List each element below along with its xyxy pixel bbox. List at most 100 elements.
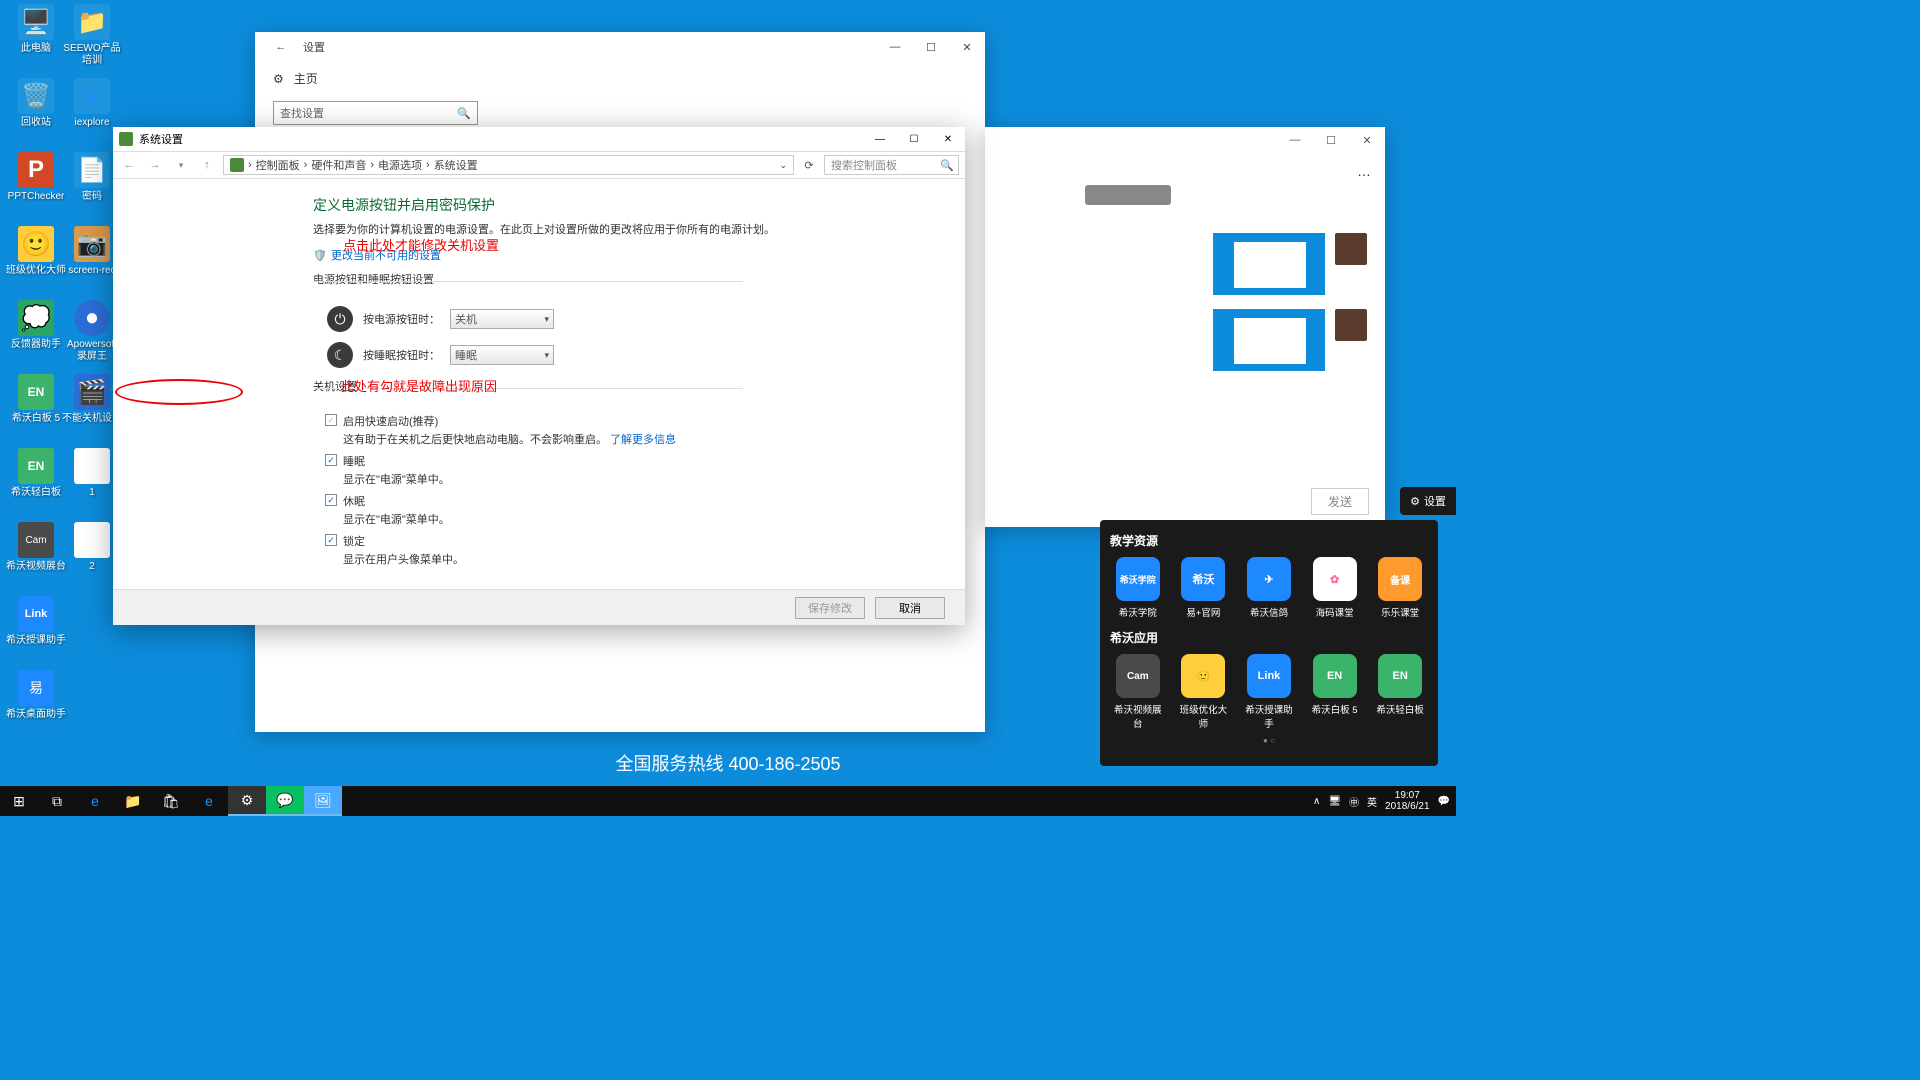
feedback-icon: 💭 [18,300,54,336]
save-button[interactable]: 保存修改 [795,597,865,619]
screenshot-thumb[interactable] [1213,233,1325,295]
cp-titlebar[interactable]: 系统设置 — ☐ ✕ [113,127,965,151]
desktop-icon[interactable]: 🙂班级优化大师 [6,226,66,277]
cancel-button[interactable]: 取消 [875,597,945,619]
ime-indicator[interactable]: ㊥ [1349,794,1359,809]
sleep-checkbox[interactable]: ✓ [325,454,337,466]
send-button[interactable]: 发送 [1311,488,1369,515]
explorer-button[interactable]: 📁 [114,786,152,816]
app-tile[interactable]: Link希沃授课助手 [1241,654,1297,730]
maximize-button[interactable]: ☐ [1313,127,1349,153]
hibernate-checkbox[interactable]: ✓ [325,494,337,506]
back-icon[interactable]: ← [269,35,293,59]
ime-lang[interactable]: 英 [1367,794,1377,809]
desktop-icon[interactable]: Cam希沃视频展台 [6,522,66,573]
up-button[interactable]: ↑ [197,159,217,171]
desktop-icon[interactable]: eiexplore [62,78,122,129]
lock-checkbox[interactable]: ✓ [325,534,337,546]
desktop-icon[interactable]: 💭反馈器助手 [6,300,66,351]
desktop-icon[interactable]: EN希沃白板 5 [6,374,66,425]
photo-thumb[interactable] [1335,309,1367,341]
checkbox-desc: 显示在"电源"菜单中。 [343,471,965,487]
maximize-button[interactable]: ☐ [913,32,949,62]
crumb[interactable]: 硬件和声音 [311,157,366,173]
gear-icon: ⚙ [1410,495,1420,508]
app-tile[interactable]: Cam希沃视频展台 [1110,654,1166,730]
settings-tab[interactable]: ⚙ 设置 [1400,487,1456,515]
shield-icon: 🛡️ [313,248,327,262]
edge-button[interactable]: e [76,786,114,816]
photos-window: — ☐ ✕ … 发送 [985,127,1385,527]
settings-titlebar[interactable]: ← 设置 — ☐ ✕ [255,32,985,62]
crumb[interactable]: 系统设置 [434,157,478,173]
ie-icon: e [74,78,110,114]
photo-thumb[interactable] [1335,233,1367,265]
forward-button[interactable]: → [145,159,165,171]
cp-search[interactable]: 搜索控制面板 🔍 [824,155,959,175]
maximize-button[interactable]: ☐ [897,127,931,151]
desktop-icon[interactable]: PPPTChecker [6,152,66,203]
battery-icon [119,132,133,146]
minimize-button[interactable]: — [863,127,897,151]
tray-icon[interactable]: 🖥 [1328,796,1341,807]
store-button[interactable]: 🛍 [152,786,190,816]
app-tile[interactable]: ✈希沃信鸽 [1241,557,1297,619]
learn-more-link[interactable]: 了解更多信息 [610,434,676,446]
wechat-task[interactable]: 💬 [266,786,304,816]
settings-task[interactable]: ⚙ [228,786,266,816]
close-button[interactable]: ✕ [949,32,985,62]
desktop-icon[interactable]: 🖥️此电脑 [6,4,66,55]
refresh-button[interactable]: ⟳ [800,159,818,172]
app-tile[interactable]: 备课乐乐课堂 [1372,557,1428,619]
settings-search[interactable]: 查找设置 🔍 [273,101,478,125]
chevron-down-icon[interactable]: ⌄ [779,160,787,171]
sleep-button-select[interactable]: 睡眠 [450,345,554,365]
power-button-select[interactable]: 关机 [450,309,554,329]
desktop-icon[interactable]: EN希沃轻白板 [6,448,66,499]
task-view-button[interactable]: ⧉ [38,786,76,816]
ie-button[interactable]: e [190,786,228,816]
minimize-button[interactable]: — [1277,127,1313,153]
tray-chevron[interactable]: ∧ [1313,796,1320,807]
page-dots: ● ○ [1110,736,1428,745]
annotation-text: 此处有勾就是故障出现原因 [341,376,497,395]
desktop-icon[interactable]: 易希沃桌面助手 [6,670,66,721]
camera-icon: Cam [1116,654,1160,698]
screenshot-thumb[interactable] [1213,309,1325,371]
back-button[interactable]: ← [119,159,139,171]
image-icon: ▭ [74,522,110,558]
minimize-button[interactable]: — [877,32,913,62]
thumbnails [985,153,1385,371]
annotation-circle [115,379,243,405]
app-tile[interactable]: EN希沃轻白板 [1372,654,1428,730]
recycle-icon: 🗑️ [18,78,54,114]
app-tile[interactable]: 希沃易+官网 [1176,557,1232,619]
app-icon: ✈ [1247,557,1291,601]
notifications-button[interactable]: 💬 [1438,796,1450,807]
option-label: 按电源按钮时： [363,311,440,327]
checkbox-label: 休眠 [343,493,365,509]
app-tile[interactable]: ✿海码课堂 [1307,557,1363,619]
crumb[interactable]: 控制面板 [256,157,300,173]
camera-icon: Cam [18,522,54,558]
app-tile[interactable]: 希沃学院希沃学院 [1110,557,1166,619]
app-tile[interactable]: EN希沃白板 5 [1307,654,1363,730]
photos-task[interactable]: 🖼 [304,786,342,816]
close-button[interactable]: ✕ [1349,127,1385,153]
start-button[interactable]: ⊞ [0,786,38,816]
desktop-icon[interactable]: 🗑️回收站 [6,78,66,129]
crumb[interactable]: 电源选项 [378,157,422,173]
close-button[interactable]: ✕ [931,127,965,151]
desktop-icon[interactable]: Link希沃授课助手 [6,596,66,647]
clock[interactable]: 19:07 2018/6/21 [1385,790,1430,812]
breadcrumb[interactable]: › 控制面板› 硬件和声音› 电源选项› 系统设置 ⌄ [223,155,794,175]
en-icon: EN [1313,654,1357,698]
sleep-icon: ☾ [327,342,353,368]
app-tile[interactable]: 🙂班级优化大师 [1176,654,1232,730]
hotline-text: 全国服务热线 400-186-2505 [615,750,840,776]
more-button[interactable]: … [1357,163,1373,179]
desktop-icon[interactable]: 📁SEEWO产品培训 [62,4,122,67]
history-button[interactable]: ▾ [171,160,191,171]
home-nav[interactable]: ⚙ 主页 [255,62,985,95]
fast-startup-checkbox[interactable]: ✓ [325,414,337,426]
